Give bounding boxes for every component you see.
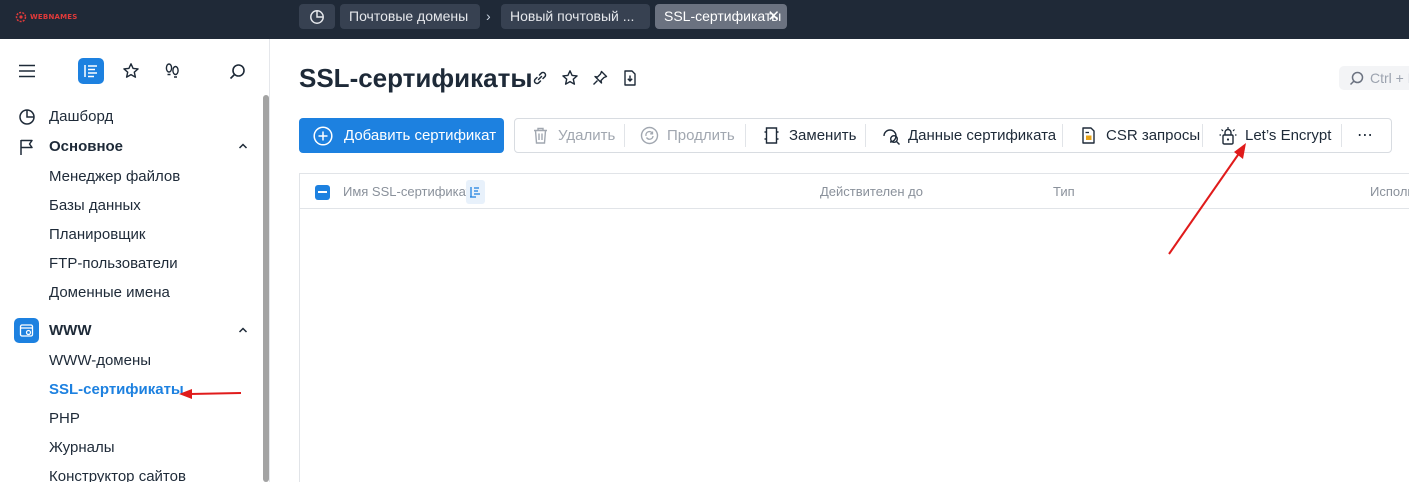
star-icon[interactable] <box>561 69 579 87</box>
close-icon[interactable]: ✕ <box>767 4 780 29</box>
download-doc-icon[interactable] <box>621 69 639 87</box>
sidebar-item-site-builder[interactable]: Конструктор сайтов <box>49 468 186 482</box>
search-icon <box>1349 71 1364 86</box>
toolbar-divider <box>1062 124 1063 147</box>
plus-circle-icon <box>313 126 333 146</box>
breadcrumb-separator-icon: › <box>486 8 491 24</box>
menu-button[interactable] <box>14 58 40 84</box>
sidebar-item-dashboard[interactable]: Дашборд <box>49 108 113 125</box>
breadcrumb-tab-ssl[interactable]: SSL-сертификаты ✕ <box>655 4 787 29</box>
dashboard-tab-button[interactable] <box>299 4 335 29</box>
csr-requests-label: CSR запросы <box>1106 127 1201 144</box>
select-all-checkbox[interactable] <box>315 185 330 200</box>
column-header-name[interactable]: Имя SSL-сертификата <box>343 184 479 199</box>
trash-icon <box>534 127 547 144</box>
column-header-valid-until[interactable]: Действителен до <box>820 184 923 199</box>
flag-icon <box>16 136 38 158</box>
csr-doc-icon <box>1082 127 1095 144</box>
renew-button[interactable]: Продлить <box>640 119 740 152</box>
breadcrumb-label: SSL-сертификаты <box>664 8 782 24</box>
column-header-type[interactable]: Тип <box>1053 184 1075 199</box>
sort-icon[interactable] <box>466 180 485 204</box>
lets-encrypt-button[interactable]: Let’s Encrypt <box>1218 119 1333 152</box>
more-icon: ⋯ <box>1357 127 1374 144</box>
delete-label: Удалить <box>558 127 616 144</box>
action-toolbar: Удалить Продлить Заменить Данные сертифи… <box>514 118 1392 153</box>
sidebar: Дашборд Основное Менеджер файлов Базы да… <box>0 39 270 482</box>
sidebar-item-databases[interactable]: Базы данных <box>49 197 141 214</box>
replace-label: Заменить <box>789 127 857 144</box>
search-placeholder: Ctrl + K <box>1370 70 1409 86</box>
certificate-data-label: Данные сертификата <box>908 127 1057 144</box>
activity-button[interactable] <box>159 58 185 84</box>
sidebar-item-domain-names[interactable]: Доменные имена <box>49 284 170 301</box>
dashboard-icon <box>310 9 324 24</box>
search-button[interactable] <box>224 58 250 84</box>
replace-doc-icon <box>764 127 779 144</box>
top-bar: WEBNAMES Почтовые домены › Новый почтовы… <box>0 0 1409 39</box>
sidebar-group-main[interactable]: Основное <box>49 138 123 155</box>
table-header: Имя SSL-сертификата Действителен до Тип … <box>300 174 1409 209</box>
add-certificate-button[interactable]: Добавить сертификат <box>299 118 504 153</box>
search-icon <box>229 63 245 79</box>
sidebar-item-ssl-certificates[interactable]: SSL-сертификаты <box>49 381 184 398</box>
link-icon[interactable] <box>531 69 549 87</box>
breadcrumb-tab-new-mail[interactable]: Новый почтовый ... <box>501 4 650 29</box>
sidebar-item-file-manager[interactable]: Менеджер файлов <box>49 168 180 185</box>
list-icon <box>84 65 97 78</box>
sidebar-item-php[interactable]: PHP <box>49 410 80 427</box>
page-title: SSL-сертификаты <box>299 63 533 93</box>
logo-text: WEBNAMES <box>30 13 78 21</box>
add-certificate-label: Добавить сертификат <box>344 127 497 144</box>
sidebar-item-ftp-users[interactable]: FTP-пользователи <box>49 255 178 272</box>
logo[interactable]: WEBNAMES <box>15 10 78 24</box>
dashboard-nav-icon <box>16 106 38 128</box>
breadcrumb-tab-mail-domains[interactable]: Почтовые домены <box>340 4 480 29</box>
list-view-button[interactable] <box>78 58 104 84</box>
column-header-usage[interactable]: Использ <box>1370 184 1409 199</box>
sidebar-item-www-domains[interactable]: WWW-домены <box>49 352 151 369</box>
pin-icon[interactable] <box>591 69 609 87</box>
sidebar-item-logs[interactable]: Журналы <box>49 439 115 456</box>
certificate-search-icon <box>883 129 900 145</box>
sidebar-item-scheduler[interactable]: Планировщик <box>49 226 145 243</box>
lets-encrypt-label: Let’s Encrypt <box>1245 127 1332 144</box>
lets-encrypt-lock-icon <box>1219 127 1237 145</box>
sidebar-group-www[interactable]: WWW <box>49 322 91 339</box>
chevron-up-icon[interactable] <box>237 324 249 336</box>
delete-button[interactable]: Удалить <box>531 119 623 152</box>
csr-requests-button[interactable]: CSR запросы <box>1079 119 1201 152</box>
chevron-up-icon[interactable] <box>237 140 249 152</box>
menu-icon <box>19 64 35 78</box>
footprints-icon <box>165 63 179 78</box>
renew-label: Продлить <box>667 127 735 144</box>
replace-button[interactable]: Заменить <box>762 119 862 152</box>
toolbar-divider <box>624 124 625 147</box>
renew-icon <box>640 126 659 145</box>
toolbar-divider <box>1202 124 1203 147</box>
sidebar-scrollbar[interactable] <box>263 95 269 482</box>
star-icon <box>123 63 139 78</box>
favorites-button[interactable] <box>118 58 144 84</box>
certificates-table: Имя SSL-сертификата Действителен до Тип … <box>299 173 1409 482</box>
toolbar-divider <box>865 124 866 147</box>
logo-mark-icon <box>15 11 27 23</box>
certificate-data-button[interactable]: Данные сертификата <box>881 119 1061 152</box>
more-actions-button[interactable]: ⋯ <box>1357 119 1379 152</box>
toolbar-divider <box>1341 124 1342 147</box>
global-search-input[interactable]: Ctrl + K <box>1339 66 1409 90</box>
breadcrumb-label: Новый почтовый ... <box>510 8 635 24</box>
toolbar-divider <box>745 124 746 147</box>
www-group-icon <box>14 318 39 343</box>
breadcrumb-label: Почтовые домены <box>349 8 469 24</box>
